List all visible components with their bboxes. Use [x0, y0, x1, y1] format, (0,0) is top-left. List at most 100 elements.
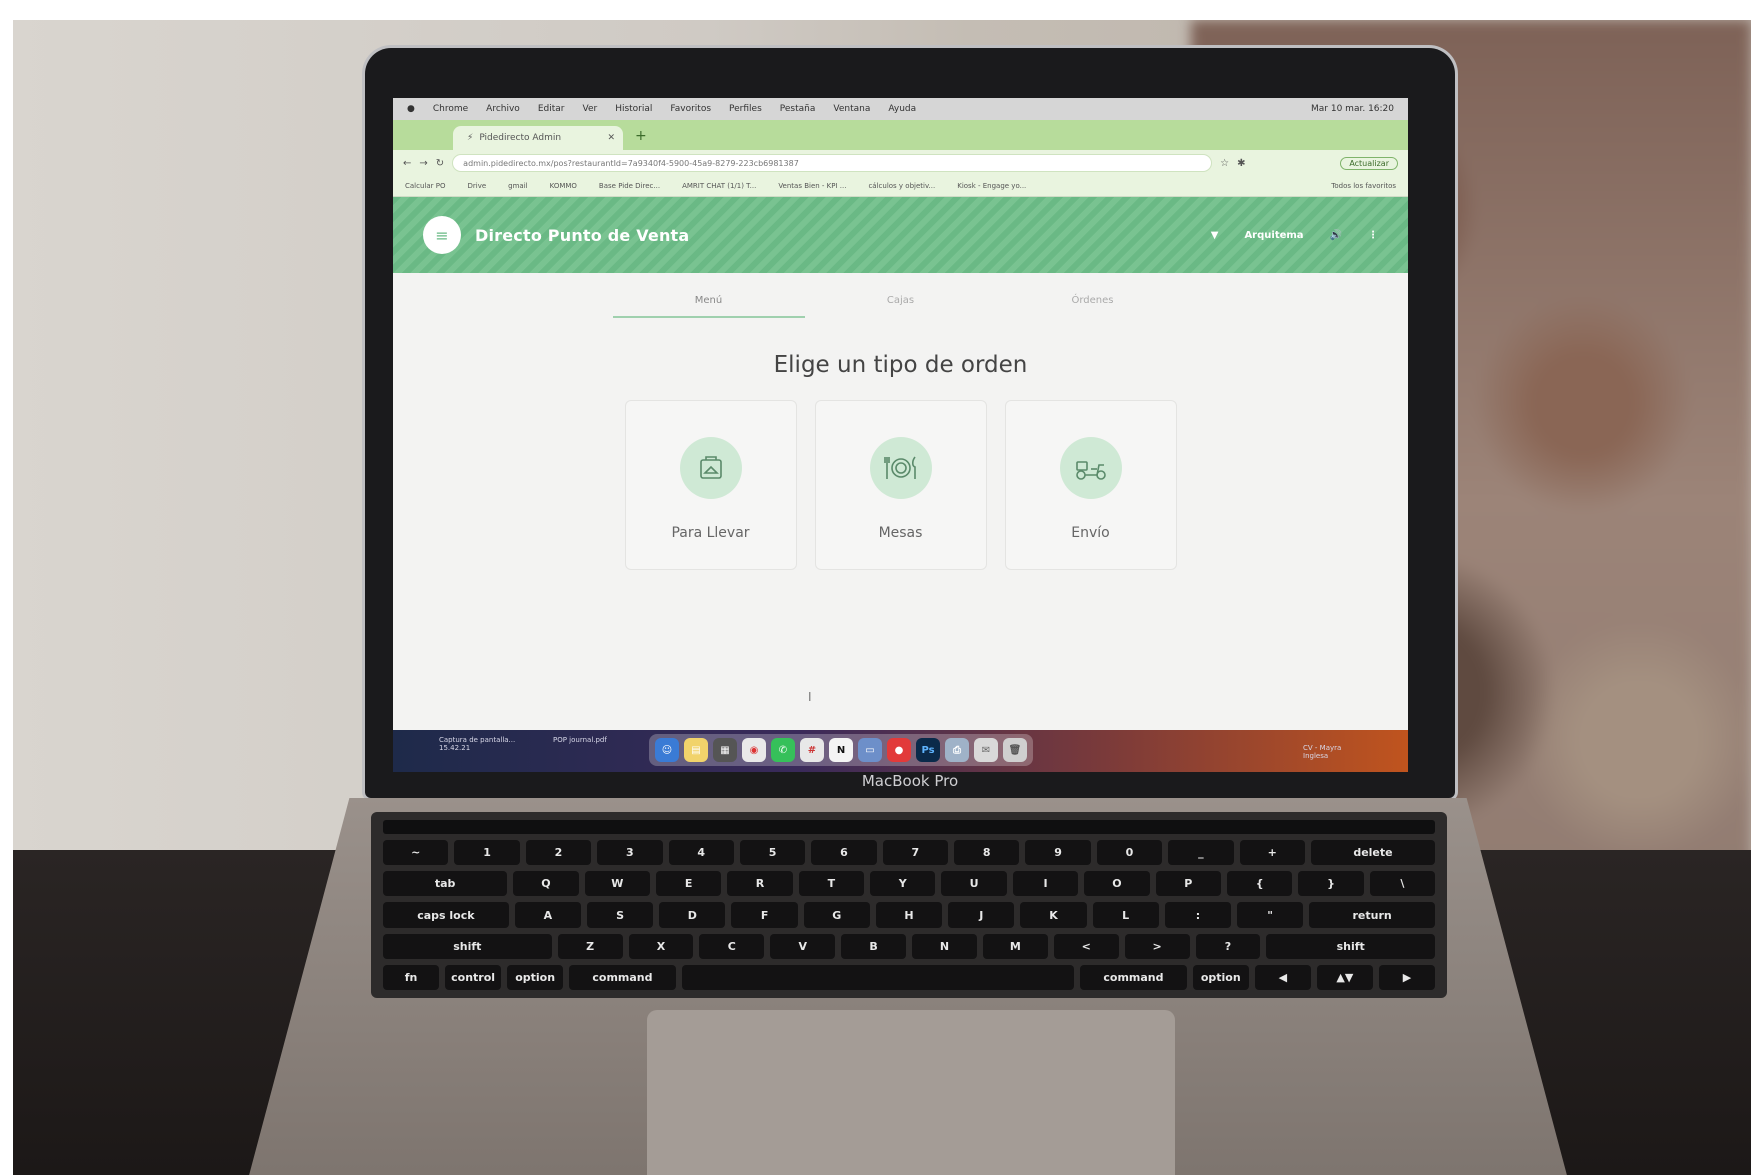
key[interactable]: L: [1092, 902, 1159, 928]
bookmark-item[interactable]: Kiosk - Engage yo...: [957, 182, 1026, 190]
key-space[interactable]: [681, 964, 1075, 991]
forward-icon[interactable]: →: [419, 158, 427, 169]
key-command[interactable]: command: [1080, 964, 1187, 991]
browser-tab[interactable]: ⚡ Pidedirecto Admin ✕: [453, 126, 623, 150]
notion-icon[interactable]: N: [829, 738, 853, 762]
key[interactable]: 9: [1025, 840, 1091, 866]
key[interactable]: I: [1012, 871, 1079, 897]
bookmark-item[interactable]: cálculos y objetiv...: [868, 182, 935, 190]
key[interactable]: 5: [739, 840, 806, 866]
key-shift[interactable]: shift: [1266, 933, 1436, 959]
menu-item-historial[interactable]: Historial: [615, 104, 652, 114]
key[interactable]: N: [912, 933, 977, 959]
apple-icon[interactable]: ●: [407, 104, 415, 114]
key[interactable]: ~: [383, 840, 449, 866]
touch-bar[interactable]: [383, 820, 1435, 834]
tab-close-icon[interactable]: ✕: [607, 133, 615, 143]
bookmark-item[interactable]: Drive: [467, 182, 486, 190]
slack-icon[interactable]: #: [800, 738, 824, 762]
key[interactable]: Y: [870, 871, 936, 897]
key[interactable]: +: [1239, 840, 1305, 866]
key-arrow-up-down[interactable]: ▲▼: [1316, 964, 1373, 991]
preview-icon[interactable]: ▭: [858, 738, 882, 762]
chrome-icon[interactable]: ◉: [742, 738, 766, 762]
key[interactable]: B: [841, 933, 907, 959]
trackpad[interactable]: [647, 1010, 1175, 1175]
key[interactable]: H: [875, 902, 943, 928]
key[interactable]: 4: [668, 840, 734, 866]
key[interactable]: G: [803, 902, 870, 928]
order-type-envio-card[interactable]: Envío: [1004, 400, 1177, 570]
key[interactable]: 3: [597, 840, 663, 866]
key[interactable]: 1: [454, 840, 520, 866]
video-app-icon[interactable]: ●: [887, 738, 911, 762]
key-tab[interactable]: tab: [383, 871, 508, 897]
key[interactable]: K: [1020, 902, 1087, 928]
key[interactable]: M: [982, 933, 1048, 959]
tab-menu[interactable]: Menú: [612, 295, 805, 318]
key-arrow-left[interactable]: ◀: [1254, 964, 1311, 991]
tab-ordenes[interactable]: Órdenes: [997, 295, 1189, 318]
key[interactable]: Q: [513, 871, 579, 897]
key[interactable]: R: [727, 871, 793, 897]
menu-item-archivo[interactable]: Archivo: [486, 104, 520, 114]
menu-item-ver[interactable]: Ver: [582, 104, 597, 114]
key[interactable]: _: [1168, 840, 1234, 866]
key[interactable]: E: [655, 871, 722, 897]
key[interactable]: 0: [1096, 840, 1163, 866]
key[interactable]: \: [1369, 871, 1436, 897]
address-bar[interactable]: admin.pidedirecto.mx/pos?restaurantId=7a…: [452, 154, 1213, 172]
key[interactable]: P: [1155, 871, 1221, 897]
key[interactable]: V: [770, 933, 836, 959]
key[interactable]: S: [587, 902, 654, 928]
order-type-mesas-card[interactable]: Mesas: [814, 400, 987, 570]
key[interactable]: >: [1124, 933, 1190, 959]
key-return[interactable]: return: [1309, 902, 1436, 928]
order-type-para-llevar-card[interactable]: Para Llevar: [624, 400, 797, 570]
bookmark-item[interactable]: Base Pide Direc...: [599, 182, 660, 190]
menu-item-chrome[interactable]: Chrome: [433, 104, 468, 114]
bookmark-item[interactable]: KOMMO: [550, 182, 577, 190]
printer-icon[interactable]: ⎙: [945, 738, 969, 762]
menu-item-perfiles[interactable]: Perfiles: [729, 104, 762, 114]
notes-icon[interactable]: ▤: [684, 738, 708, 762]
key[interactable]: X: [628, 933, 694, 959]
bookmark-item[interactable]: AMRIT CHAT (1/1) T...: [682, 182, 756, 190]
key[interactable]: }: [1298, 871, 1364, 897]
update-button[interactable]: Actualizar: [1340, 156, 1398, 170]
bookmark-item[interactable]: Ventas Bien - KPI ...: [778, 182, 846, 190]
key[interactable]: Z: [557, 933, 623, 959]
new-tab-icon[interactable]: +: [635, 128, 647, 144]
key[interactable]: T: [798, 871, 865, 897]
desktop-file-label[interactable]: Captura de pantalla... 15.42.21: [439, 736, 529, 752]
key[interactable]: J: [948, 902, 1015, 928]
key[interactable]: A: [514, 902, 582, 928]
key-option[interactable]: option: [1192, 964, 1249, 991]
key[interactable]: <: [1053, 933, 1119, 959]
back-icon[interactable]: ←: [403, 158, 411, 169]
key[interactable]: {: [1226, 871, 1293, 897]
user-name[interactable]: Arquitema: [1244, 230, 1303, 241]
tab-cajas[interactable]: Cajas: [805, 295, 997, 318]
whatsapp-icon[interactable]: ✆: [771, 738, 795, 762]
wifi-icon[interactable]: ▼: [1211, 230, 1219, 241]
key-command[interactable]: command: [569, 964, 676, 991]
menu-item-pestana[interactable]: Pestaña: [780, 104, 816, 114]
key[interactable]: 6: [811, 840, 877, 866]
volume-icon[interactable]: 🔊: [1330, 230, 1342, 241]
photoshop-icon[interactable]: Ps: [916, 738, 940, 762]
key[interactable]: C: [699, 933, 765, 959]
desktop-file-label[interactable]: CV - Mayra Inglesa: [1303, 744, 1363, 760]
desktop-file-label[interactable]: POP journal.pdf: [553, 736, 607, 744]
key[interactable]: ": [1237, 902, 1304, 928]
key[interactable]: D: [659, 902, 726, 928]
trash-icon[interactable]: 🗑: [1003, 738, 1027, 762]
all-bookmarks[interactable]: Todos los favoritos: [1331, 182, 1396, 190]
key[interactable]: ?: [1195, 933, 1261, 959]
key-caps-lock[interactable]: caps lock: [383, 902, 509, 928]
menu-item-ventana[interactable]: Ventana: [833, 104, 870, 114]
bookmark-item[interactable]: Calcular PO: [405, 182, 445, 190]
key[interactable]: W: [584, 871, 650, 897]
key-delete[interactable]: delete: [1310, 840, 1436, 866]
hamburger-menu-button[interactable]: ≡: [423, 216, 461, 254]
